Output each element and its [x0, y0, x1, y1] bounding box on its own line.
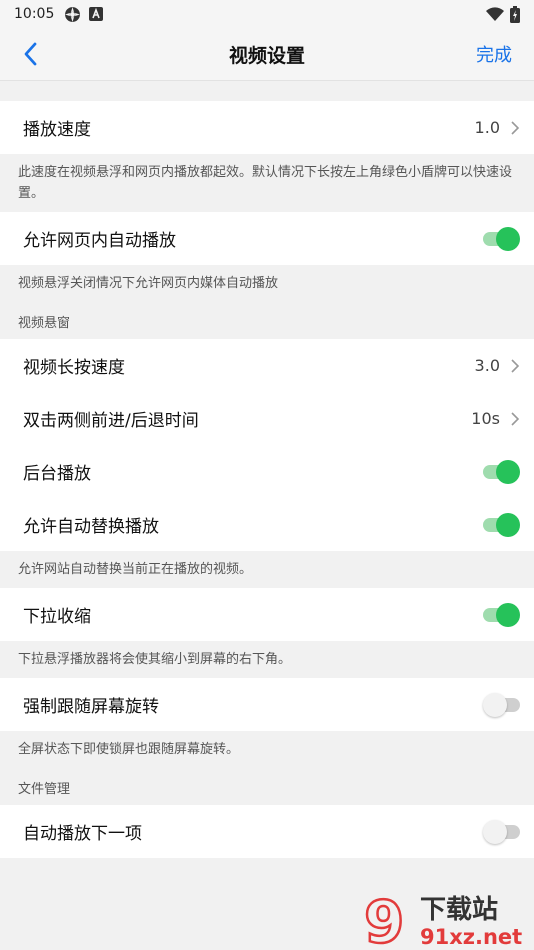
row-label: 播放速度	[23, 120, 91, 140]
watermark-logo: 9 下载站 91xz.net	[363, 890, 522, 948]
desc-autoplay-web: 视频悬浮关闭情况下允许网页内媒体自动播放	[18, 276, 279, 291]
font-icon	[89, 7, 104, 21]
wifi-icon	[486, 7, 504, 21]
row-value: 3.0	[474, 356, 500, 375]
status-bar: 10:05	[0, 0, 534, 28]
chevron-right-icon	[511, 358, 520, 373]
row-long-press-speed[interactable]: 视频长按速度 3.0	[0, 339, 534, 392]
chevron-right-icon	[511, 411, 520, 426]
page-title: 视频设置	[228, 44, 305, 67]
background-play-toggle[interactable]	[483, 459, 520, 484]
chevron-right-icon	[511, 120, 520, 135]
settings-icon	[65, 6, 81, 22]
watermark-brand-en: 91xz.net	[420, 925, 522, 948]
row-background-play[interactable]: 后台播放	[0, 445, 534, 498]
row-force-rotate[interactable]: 强制跟随屏幕旋转	[0, 678, 534, 731]
row-playback-speed[interactable]: 播放速度 1.0	[0, 101, 534, 154]
auto-replace-toggle[interactable]	[483, 512, 520, 537]
watermark-brand-cn: 下载站	[420, 895, 498, 925]
done-button[interactable]: 完成	[476, 41, 512, 67]
row-label: 允许自动替换播放	[23, 517, 159, 537]
row-label: 强制跟随屏幕旋转	[23, 697, 159, 717]
row-autoplay-next[interactable]: 自动播放下一项	[0, 805, 534, 858]
pull-shrink-toggle[interactable]	[483, 602, 520, 627]
desc-auto-replace: 允许网站自动替换当前正在播放的视频。	[18, 562, 253, 577]
row-label: 双击两侧前进/后退时间	[23, 411, 199, 431]
row-label: 允许网页内自动播放	[23, 231, 176, 251]
force-rotate-toggle[interactable]	[483, 692, 520, 717]
row-pull-shrink[interactable]: 下拉收缩	[0, 588, 534, 641]
row-auto-replace[interactable]: 允许自动替换播放	[0, 498, 534, 551]
row-value: 1.0	[474, 118, 500, 137]
nav-bar: 视频设置 完成	[0, 28, 534, 81]
row-autoplay-web[interactable]: 允许网页内自动播放	[0, 212, 534, 265]
row-double-tap-seek[interactable]: 双击两侧前进/后退时间 10s	[0, 392, 534, 445]
autoplay-web-toggle[interactable]	[483, 226, 520, 251]
status-time: 10:05	[14, 6, 55, 22]
watermark-glyph: 9	[364, 890, 404, 948]
row-label: 下拉收缩	[23, 607, 91, 627]
desc-force-rotate: 全屏状态下即使锁屏也跟随屏幕旋转。	[18, 742, 240, 757]
row-label: 视频长按速度	[23, 358, 125, 378]
section-header-file-manage: 文件管理	[18, 782, 71, 797]
autoplay-next-toggle[interactable]	[483, 819, 520, 844]
desc-playback-speed: 此速度在视频悬浮和网页内播放都起效。默认情况下长按左上角绿色小盾牌可以快速设置。	[18, 165, 513, 201]
back-chevron-icon[interactable]	[20, 41, 44, 67]
desc-pull-shrink: 下拉悬浮播放器将会使其缩小到屏幕的右下角。	[18, 652, 292, 667]
row-label: 后台播放	[23, 464, 91, 484]
battery-icon	[510, 5, 520, 23]
top-spacer	[0, 81, 534, 101]
row-label: 自动播放下一项	[23, 824, 142, 844]
row-value: 10s	[471, 409, 500, 428]
section-header-float-window: 视频悬窗	[18, 316, 71, 331]
